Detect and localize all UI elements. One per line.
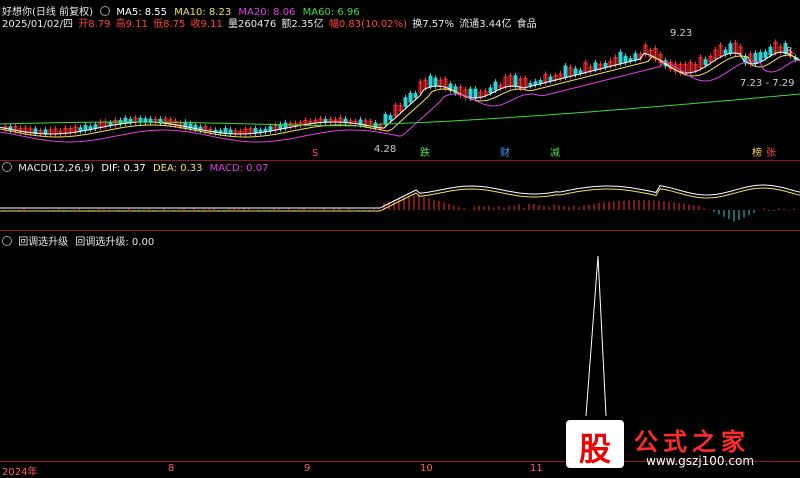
- panel-divider-2: [0, 230, 800, 231]
- candle: [728, 43, 733, 54]
- macd-header: MACD(12,26,9) DIF: 0.37 DEA: 0.33 MACD: …: [2, 162, 272, 174]
- price-high-label: 9.23: [670, 28, 692, 39]
- candle: [253, 128, 258, 134]
- macd-dea: DEA: 0.33: [152, 163, 203, 174]
- candle: [528, 82, 533, 87]
- candle: [763, 51, 768, 59]
- candle: [563, 65, 568, 78]
- candle: [263, 128, 268, 133]
- candle: [278, 124, 283, 130]
- candle: [758, 52, 763, 62]
- candle: [383, 113, 388, 125]
- macd-value: MACD: 0.07: [209, 163, 269, 174]
- candle: [83, 124, 88, 131]
- signal-marker: 财: [500, 146, 510, 158]
- candle: [573, 68, 578, 75]
- candle: [593, 62, 598, 71]
- candle: [618, 51, 623, 64]
- x-axis-label: 9: [304, 463, 311, 474]
- candle: [473, 88, 478, 99]
- price-chart[interactable]: 9.23 4.28 7.23 - 7.29 8. S 跌 财 减 榜张: [0, 28, 800, 158]
- candle: [538, 79, 543, 84]
- x-axis-label: 11: [530, 463, 543, 474]
- candle: [403, 97, 408, 107]
- candle: [388, 115, 393, 121]
- signal-marker: 减: [550, 147, 560, 158]
- candle: [138, 117, 143, 123]
- watermark-logo-text: 股: [578, 430, 611, 468]
- watermark-title: 公式之家: [634, 427, 750, 456]
- signal-marker: 跌: [420, 146, 430, 158]
- indicator-spike: [585, 255, 607, 417]
- candle: [428, 75, 433, 87]
- toggle-circle-icon[interactable]: [2, 162, 12, 172]
- watermark: 股 公式之家 www.gszj100.com: [560, 420, 792, 470]
- candle: [533, 81, 538, 86]
- candle: [493, 81, 498, 91]
- candle: [623, 55, 628, 63]
- candle: [268, 126, 273, 132]
- macd-dif-line: [0, 184, 800, 209]
- candle: [628, 58, 633, 62]
- candle: [578, 70, 583, 74]
- panel-divider-1: [0, 160, 800, 161]
- signal-marker: 榜: [752, 146, 762, 158]
- price-range-label: 7.23 - 7.29: [740, 78, 795, 89]
- candle: [603, 62, 608, 68]
- x-axis-label: 2024年: [2, 467, 38, 478]
- signal-marker: S: [312, 148, 318, 158]
- watermark-logo: 股: [566, 420, 624, 468]
- candle: [78, 127, 83, 132]
- candle: [768, 46, 773, 56]
- candle: [93, 124, 98, 129]
- candle: [413, 93, 418, 98]
- x-axis-label: 10: [420, 463, 433, 474]
- candle: [513, 75, 518, 88]
- candle: [88, 126, 93, 130]
- candle: [488, 87, 493, 94]
- macd-chart[interactable]: [0, 174, 800, 230]
- candle: [633, 53, 638, 61]
- candle: [723, 49, 728, 55]
- candle: [468, 88, 473, 99]
- candle: [433, 77, 438, 87]
- candle: [703, 59, 708, 66]
- x-axis-label: 8: [168, 463, 175, 474]
- candle: [408, 92, 413, 103]
- price-right-label: 8.: [786, 46, 796, 57]
- watermark-url: www.gszj100.com: [646, 454, 755, 468]
- macd-dif: DIF: 0.37: [101, 163, 146, 174]
- signal-marker: 张: [766, 147, 776, 158]
- candle: [108, 122, 113, 126]
- price-low-label: 4.28: [374, 144, 396, 155]
- macd-title[interactable]: MACD(12,26,9): [18, 163, 94, 174]
- candle: [548, 76, 553, 82]
- candle: [283, 122, 288, 129]
